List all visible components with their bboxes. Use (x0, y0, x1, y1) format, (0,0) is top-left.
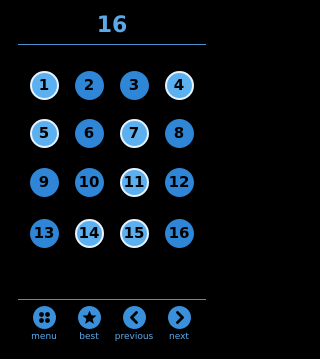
grid-cell-16[interactable]: 16 (164, 218, 194, 248)
grid-cell-8[interactable]: 8 (164, 118, 194, 148)
previous-button[interactable]: previous (109, 306, 159, 343)
grid-cell-1[interactable]: 1 (29, 70, 59, 100)
grid-cell-13[interactable]: 13 (29, 218, 59, 248)
grid-cell-6[interactable]: 6 (74, 118, 104, 148)
next-button[interactable]: next (154, 306, 204, 343)
grid-cell-14[interactable]: 14 (74, 218, 104, 248)
grid-cell-2[interactable]: 2 (74, 70, 104, 100)
bottom-divider (18, 299, 206, 300)
best-button[interactable]: best (64, 306, 114, 343)
menu-button[interactable]: menu (19, 306, 69, 343)
previous-label: previous (114, 332, 154, 342)
grid-cell-7[interactable]: 7 (119, 118, 149, 148)
bottom-nav: menu best previous next (0, 306, 224, 356)
grid-cell-10[interactable]: 10 (74, 167, 104, 197)
best-label: best (79, 332, 99, 342)
grid-cell-9[interactable]: 9 (29, 167, 59, 197)
next-label: next (169, 332, 189, 342)
menu-label: menu (31, 332, 57, 342)
menu-icon (32, 306, 56, 329)
chevron-left-icon (122, 306, 146, 329)
grid-cell-15[interactable]: 15 (119, 218, 149, 248)
grid-cell-5[interactable]: 5 (29, 118, 59, 148)
grid-cell-12[interactable]: 12 (164, 167, 194, 197)
star-icon (77, 306, 101, 329)
grid-cell-4[interactable]: 4 (164, 70, 194, 100)
grid-cell-11[interactable]: 11 (119, 167, 149, 197)
grid-cell-3[interactable]: 3 (119, 70, 149, 100)
number-grid: 1 2 3 4 5 6 7 8 9 10 11 12 13 14 15 16 (0, 0, 224, 300)
chevron-right-icon (167, 306, 191, 329)
